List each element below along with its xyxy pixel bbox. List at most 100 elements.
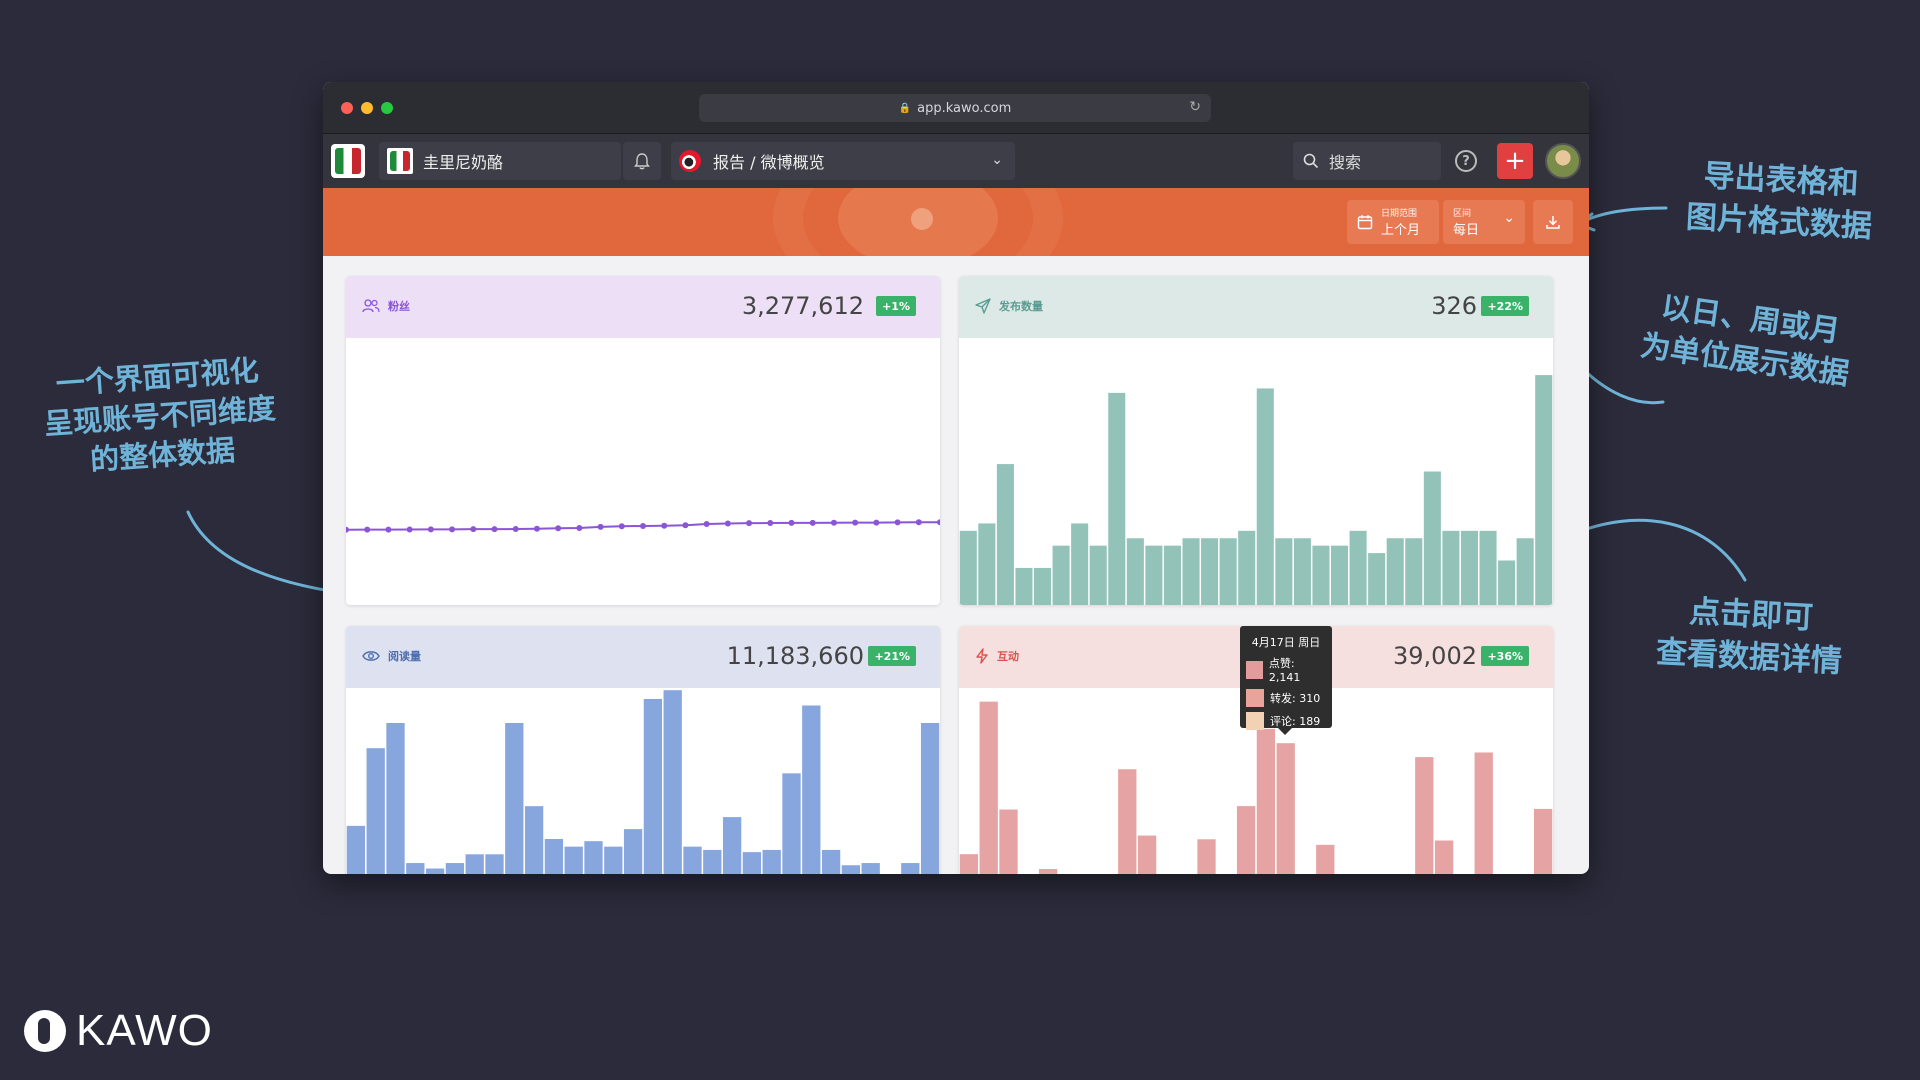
- posts-bar[interactable]: [1368, 553, 1386, 605]
- reads-bar[interactable]: [643, 698, 663, 874]
- posts-bar[interactable]: [1071, 523, 1089, 605]
- fans-point[interactable]: [512, 526, 519, 533]
- reads-bar[interactable]: [623, 829, 643, 874]
- fans-point[interactable]: [491, 526, 498, 533]
- posts-bar[interactable]: [1163, 545, 1181, 605]
- fans-point[interactable]: [427, 526, 434, 533]
- posts-bar[interactable]: [1015, 567, 1033, 605]
- reads-bar[interactable]: [762, 849, 781, 874]
- posts-bar[interactable]: [1201, 538, 1219, 605]
- fans-point[interactable]: [576, 525, 583, 532]
- posts-bar[interactable]: [1293, 538, 1311, 605]
- posts-bar[interactable]: [1460, 530, 1478, 605]
- fans-point[interactable]: [830, 519, 837, 526]
- reads-bar[interactable]: [782, 773, 801, 874]
- posts-bar[interactable]: [1498, 560, 1516, 606]
- reads-bar[interactable]: [722, 817, 742, 874]
- fans-point[interactable]: [682, 522, 689, 529]
- engagement-bar[interactable]: [999, 809, 1018, 874]
- reads-bar[interactable]: [742, 852, 762, 874]
- fans-point[interactable]: [873, 519, 880, 526]
- fans-point[interactable]: [852, 519, 859, 526]
- reads-bar[interactable]: [821, 849, 841, 874]
- posts-bar[interactable]: [996, 464, 1014, 605]
- reads-bar[interactable]: [406, 863, 425, 874]
- close-window-button[interactable]: [341, 102, 353, 114]
- reads-bar[interactable]: [445, 863, 465, 874]
- engagement-bar[interactable]: [1276, 743, 1295, 874]
- engagement-bar[interactable]: [979, 701, 998, 874]
- minimize-window-button[interactable]: [361, 102, 373, 114]
- engagement-bar[interactable]: [959, 854, 979, 874]
- reads-bar[interactable]: [802, 705, 821, 874]
- posts-bar[interactable]: [1349, 530, 1367, 605]
- engagement-bar[interactable]: [1533, 808, 1553, 874]
- reads-bar[interactable]: [386, 723, 405, 874]
- reload-icon[interactable]: ↻: [1189, 99, 1201, 115]
- fans-point[interactable]: [640, 522, 646, 529]
- posts-bar[interactable]: [959, 530, 977, 605]
- address-bar[interactable]: 🔒 app.kawo.com ↻: [699, 94, 1211, 122]
- help-icon[interactable]: ?: [1455, 150, 1477, 172]
- posts-bar[interactable]: [1108, 392, 1126, 605]
- fans-point[interactable]: [724, 520, 731, 527]
- search-button[interactable]: 搜索: [1293, 142, 1441, 180]
- posts-bar[interactable]: [1219, 538, 1237, 605]
- report-selector[interactable]: 报告 / 微博概览 ⌄: [671, 142, 1015, 180]
- fans-point[interactable]: [809, 519, 816, 526]
- engagement-bar[interactable]: [1434, 840, 1454, 874]
- posts-bar[interactable]: [1052, 545, 1070, 605]
- reads-bar[interactable]: [544, 838, 564, 874]
- interval-selector[interactable]: 区间 每日 ⌄: [1443, 200, 1525, 244]
- reads-bar[interactable]: [663, 690, 682, 874]
- reads-bar[interactable]: [841, 865, 861, 874]
- posts-bar[interactable]: [1182, 538, 1200, 605]
- reads-card[interactable]: 阅读量 11,183,660 +21%: [346, 626, 940, 874]
- fans-point[interactable]: [894, 519, 901, 526]
- add-button[interactable]: +: [1497, 143, 1533, 179]
- reads-bar[interactable]: [861, 863, 880, 874]
- reads-bar[interactable]: [505, 723, 524, 874]
- engagement-bar[interactable]: [1038, 869, 1058, 874]
- notifications-button[interactable]: [623, 142, 661, 180]
- reads-bar[interactable]: [683, 846, 702, 874]
- fans-point[interactable]: [746, 520, 753, 527]
- account-switcher[interactable]: 圭里尼奶酪: [379, 142, 621, 180]
- engagement-bar[interactable]: [1197, 839, 1216, 874]
- fans-point[interactable]: [449, 526, 456, 533]
- posts-bar[interactable]: [1034, 567, 1052, 605]
- posts-bar-chart[interactable]: [959, 338, 1553, 605]
- posts-bar[interactable]: [1479, 530, 1497, 605]
- posts-bar[interactable]: [1535, 375, 1553, 605]
- posts-bar[interactable]: [1442, 530, 1460, 605]
- fans-point[interactable]: [555, 525, 562, 532]
- reads-bar[interactable]: [604, 846, 623, 874]
- posts-bar[interactable]: [1331, 545, 1349, 605]
- fans-point[interactable]: [937, 519, 940, 526]
- reads-bar[interactable]: [465, 854, 484, 874]
- reads-bar-chart[interactable]: [346, 688, 940, 874]
- posts-bar[interactable]: [1405, 538, 1423, 605]
- engagement-bar[interactable]: [1256, 728, 1276, 874]
- posts-bar[interactable]: [1145, 545, 1163, 605]
- engagement-bar[interactable]: [1316, 844, 1335, 874]
- posts-bar[interactable]: [1089, 545, 1107, 605]
- reads-bar[interactable]: [564, 846, 583, 874]
- posts-bar[interactable]: [1275, 538, 1293, 605]
- posts-bar[interactable]: [1386, 538, 1404, 605]
- reads-bar[interactable]: [425, 868, 445, 874]
- engagement-bar[interactable]: [1415, 757, 1434, 874]
- posts-bar[interactable]: [1312, 545, 1330, 605]
- posts-bar[interactable]: [1516, 538, 1534, 605]
- posts-card[interactable]: 发布数量 326 +22%: [959, 276, 1553, 605]
- fans-card[interactable]: 粉丝 3,277,612 +1%: [346, 276, 940, 605]
- reads-bar[interactable]: [901, 863, 920, 874]
- reads-bar[interactable]: [346, 825, 366, 874]
- fans-point[interactable]: [533, 525, 540, 532]
- engagement-bar[interactable]: [1236, 806, 1256, 874]
- fans-point[interactable]: [915, 519, 922, 526]
- fans-point[interactable]: [385, 526, 392, 533]
- posts-bar[interactable]: [1126, 538, 1144, 605]
- fans-point[interactable]: [618, 523, 625, 530]
- posts-bar[interactable]: [1256, 388, 1274, 605]
